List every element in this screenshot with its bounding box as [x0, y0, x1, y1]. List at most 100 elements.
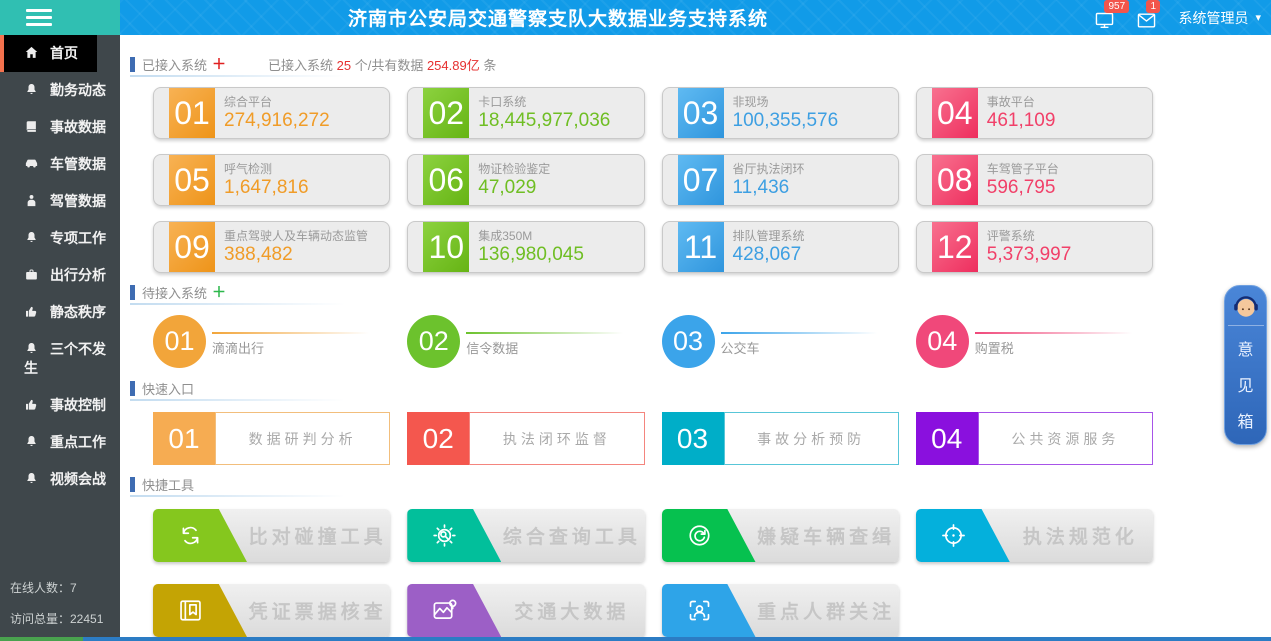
system-card-value: 1,647,816: [224, 177, 309, 199]
system-card-name: 排队管理系统: [733, 229, 805, 244]
menu-toggle-button[interactable]: [26, 9, 52, 26]
section-title: 待接入系统: [142, 283, 207, 302]
pending-circle: 02: [407, 315, 460, 368]
mail-badge: 1: [1146, 0, 1160, 13]
system-card-06[interactable]: 06物证检验鉴定47,029: [407, 154, 644, 206]
section-header-pending: 待接入系统 ＋: [130, 283, 1271, 301]
sidebar-item-travel-analysis[interactable]: 出行分析: [0, 257, 120, 294]
voucher-icon: [153, 584, 247, 637]
tool-button[interactable]: 重点人群关注: [662, 584, 899, 637]
quick-entry-03[interactable]: 03 事故分析预防: [662, 412, 899, 465]
feedback-box-button[interactable]: 意见箱: [1224, 285, 1267, 445]
system-card-info: 省厅执法闭环11,436: [733, 155, 805, 205]
sidebar-item-duty-status[interactable]: 勤务动态: [0, 72, 120, 109]
system-card-08[interactable]: 08车驾管子平台596,795: [916, 154, 1153, 206]
scrollbar-thumb[interactable]: [0, 637, 83, 641]
tool-button[interactable]: 凭证票据核查: [153, 584, 390, 637]
horizontal-scrollbar[interactable]: [0, 637, 1271, 641]
system-card-name: 卡口系统: [478, 95, 610, 110]
topbar: 济南市公安局交通警察支队大数据业务支持系统 957 1 系统管理员 ▾: [0, 0, 1271, 35]
page-title: 济南市公安局交通警察支队大数据业务支持系统: [120, 4, 768, 31]
tool-button[interactable]: 嫌疑车辆查缉: [662, 509, 899, 562]
sidebar-item-vehicle-data[interactable]: 车管数据: [0, 146, 120, 183]
book-icon: [24, 119, 39, 134]
sidebar-item-static-order[interactable]: 静态秩序: [0, 294, 120, 331]
bell-icon: [24, 434, 39, 449]
sidebar-item-three-no[interactable]: 三个不发生: [0, 331, 120, 387]
quick-entry-grid: 01数据研判分析 02执法闭环监督 03 事故分析预防 04公共资源服务: [153, 412, 1153, 465]
bell-icon: [24, 471, 39, 486]
sidebar-item-driver-data[interactable]: 驾管数据: [0, 183, 120, 220]
pending-info: 滴滴出行: [212, 315, 390, 369]
sidebar-item-key-work[interactable]: 重点工作: [0, 424, 120, 461]
online-count: 在线人数：7: [10, 579, 103, 596]
section-header-tools: 快捷工具: [130, 475, 1271, 493]
system-card-04[interactable]: 04事故平台461,109: [916, 87, 1153, 139]
person-focus-icon: [662, 584, 756, 637]
tool-button[interactable]: 交通大数据: [407, 584, 644, 637]
pending-info: 购置税: [975, 315, 1153, 369]
section-bar: [130, 477, 135, 492]
pending-system-02[interactable]: 02信令数据: [407, 315, 644, 369]
pending-system-04[interactable]: 04购置税: [916, 315, 1153, 369]
system-card-name: 呼气检测: [224, 162, 309, 177]
add-pending-system-icon[interactable]: ＋: [212, 282, 226, 302]
tool-button[interactable]: 执法规范化: [916, 509, 1153, 562]
car-icon: [24, 156, 39, 171]
home-icon: [24, 45, 39, 60]
user-menu[interactable]: 系统管理员 ▾: [1178, 8, 1261, 28]
tool-name: 凭证票据核查: [253, 584, 382, 637]
chevron-down-icon: ▾: [1255, 11, 1261, 24]
system-card-value: 596,795: [987, 177, 1059, 199]
section-underline: [130, 495, 345, 497]
mail-button[interactable]: 1: [1136, 7, 1158, 29]
system-card-05[interactable]: 05呼气检测1,647,816: [153, 154, 390, 206]
service-avatar: [1228, 292, 1264, 326]
quick-entry-number: 01: [153, 412, 215, 465]
system-card-01[interactable]: 01综合平台274,916,272: [153, 87, 390, 139]
system-card-02[interactable]: 02卡口系统18,445,977,036: [407, 87, 644, 139]
quick-entry-name: 事故分析预防: [757, 429, 865, 449]
quick-entry-01[interactable]: 01数据研判分析: [153, 412, 390, 465]
sidebar-item-home[interactable]: 首页: [0, 35, 97, 72]
system-card-07[interactable]: 07省厅执法闭环11,436: [662, 154, 899, 206]
tool-button[interactable]: 综合查询工具: [407, 509, 644, 562]
sidebar-item-special-work[interactable]: 专项工作: [0, 220, 120, 257]
monitor-icon: [1094, 10, 1115, 31]
system-card-09[interactable]: 09重点驾驶人及车辆动态监管388,482: [153, 221, 390, 273]
sidebar-item-accident-control[interactable]: 事故控制: [0, 387, 120, 424]
system-card-number: 09: [169, 222, 215, 272]
system-card-11[interactable]: 11排队管理系统428,067: [662, 221, 899, 273]
sidebar-item-label: 事故控制: [50, 397, 106, 413]
feedback-char: 意: [1237, 336, 1253, 360]
sidebar-item-accident-data[interactable]: 事故数据: [0, 109, 120, 146]
sidebar-stats: 在线人数：7 访问总量：22451: [10, 579, 103, 627]
tool-button[interactable]: 比对碰撞工具: [153, 509, 390, 562]
system-card-info: 排队管理系统428,067: [733, 222, 805, 272]
pending-system-03[interactable]: 03公交车: [662, 315, 899, 369]
system-card-info: 车驾管子平台596,795: [987, 155, 1059, 205]
system-card-info: 非现场100,355,576: [733, 88, 839, 138]
quick-entry-number: 03: [662, 412, 724, 465]
tool-name: 比对碰撞工具: [253, 509, 382, 562]
pending-line: [975, 332, 1132, 334]
pending-system-01[interactable]: 01滴滴出行: [153, 315, 390, 369]
system-card-name: 物证检验鉴定: [478, 162, 550, 177]
quick-entry-04[interactable]: 04公共资源服务: [916, 412, 1153, 465]
sidebar-item-video-campaign[interactable]: 视频会战: [0, 461, 120, 498]
system-card-03[interactable]: 03非现场100,355,576: [662, 87, 899, 139]
crosshair-icon: [916, 509, 1010, 562]
briefcase-icon: [24, 267, 39, 282]
quick-entry-number: 02: [407, 412, 469, 465]
add-system-icon[interactable]: ＋: [212, 54, 226, 74]
section-bar: [130, 57, 135, 72]
quick-entry-02[interactable]: 02执法闭环监督: [407, 412, 644, 465]
system-card-name: 重点驾驶人及车辆动态监管: [224, 229, 368, 244]
monitor-notification-button[interactable]: 957: [1094, 7, 1116, 29]
system-card-10[interactable]: 10集成350M136,980,045: [407, 221, 644, 273]
person-icon: [24, 193, 39, 208]
system-card-12[interactable]: 12评警系统5,373,997: [916, 221, 1153, 273]
tool-name: 重点人群关注: [762, 584, 891, 637]
sidebar-nav: 首页勤务动态事故数据车管数据驾管数据专项工作出行分析静态秩序三个不发生事故控制重…: [0, 35, 120, 498]
quick-entry-box: 执法闭环监督: [469, 412, 644, 465]
